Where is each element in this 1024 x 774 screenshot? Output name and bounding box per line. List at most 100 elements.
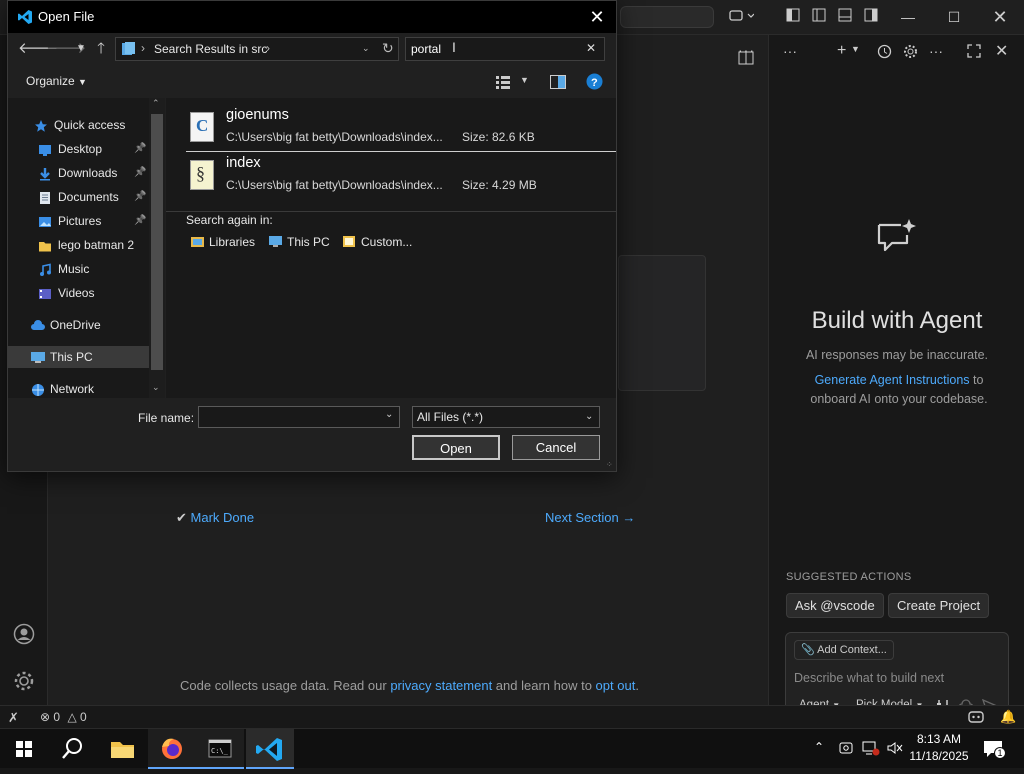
forward-arrow-icon[interactable]: 🡒	[46, 38, 86, 60]
copilot-icon[interactable]	[726, 8, 756, 26]
chat-input[interactable]: Describe what to build next	[794, 671, 944, 685]
file-type-select[interactable]: All Files (*.*) ⌄	[412, 406, 600, 428]
chevron-right-icon[interactable]: ›	[266, 41, 270, 55]
change-view-icon[interactable]	[496, 75, 510, 94]
nav-item-music[interactable]: Music	[8, 258, 148, 280]
maximize-icon[interactable]: ☐	[931, 0, 977, 34]
copilot-status-icon[interactable]	[968, 709, 984, 726]
vscode-taskbar-icon[interactable]	[246, 729, 294, 769]
toggle-secondary-sidebar-icon[interactable]	[862, 8, 880, 26]
close-icon[interactable]: ✕	[977, 0, 1023, 34]
status-bar: ✗ ⊗ 0 △ 0 🔔	[0, 705, 1024, 728]
ask-vscode-button[interactable]: Ask @vscode	[786, 593, 884, 618]
preview-pane-icon[interactable]	[550, 75, 566, 94]
nav-item-documents[interactable]: Documents 📌	[8, 186, 148, 208]
file-list: C gioenums C:\Users\big fat betty\Downlo…	[166, 98, 616, 398]
chevron-down-icon[interactable]: ⌄	[385, 409, 393, 420]
music-icon	[38, 262, 52, 276]
create-project-button[interactable]: Create Project	[888, 593, 990, 618]
search-again-this-pc[interactable]: This PC	[268, 235, 330, 249]
pin-icon[interactable]: 📌	[134, 138, 146, 160]
chevron-down-icon: ⌄	[585, 411, 594, 422]
view-options-dropdown-icon[interactable]: ▼	[520, 75, 529, 85]
chat-more-icon[interactable]: ···	[783, 43, 797, 59]
list-item[interactable]: § index C:\Users\big fat betty\Downloads…	[186, 152, 606, 198]
settings-gear-icon[interactable]	[13, 670, 35, 697]
chat-sparkle-icon	[875, 217, 919, 262]
nav-item-pictures[interactable]: Pictures 📌	[8, 210, 148, 232]
up-arrow-icon[interactable]: 🡑	[90, 38, 112, 60]
add-context-button[interactable]: 📎 Add Context...	[794, 640, 894, 660]
next-section-link[interactable]: Next Section →	[545, 510, 635, 525]
editor-overflow-icon[interactable]: ···	[738, 42, 755, 58]
privacy-link[interactable]: privacy statement	[390, 678, 492, 693]
close-panel-icon[interactable]: ✕	[995, 41, 1008, 61]
nav-scrollbar[interactable]: ⌃ ⌄	[149, 98, 165, 398]
remote-icon[interactable]: ✗	[8, 710, 19, 726]
search-value: portal	[411, 42, 442, 56]
history-icon[interactable]	[877, 44, 892, 64]
back-arrow-icon[interactable]: 🡐	[18, 38, 58, 60]
minimize-icon[interactable]: —	[885, 0, 931, 34]
new-chat-dropdown-icon[interactable]: ▼	[851, 44, 860, 54]
pin-icon[interactable]: 📌	[134, 186, 146, 208]
search-input[interactable]: portal I ✕	[405, 37, 605, 61]
nav-item-network[interactable]: Network	[8, 378, 148, 400]
nav-item-this-pc[interactable]: This PC	[8, 346, 149, 368]
meet-now-icon[interactable]	[838, 740, 854, 761]
nav-item-desktop[interactable]: Desktop 📌	[8, 138, 148, 160]
cancel-button[interactable]: Cancel	[512, 435, 600, 460]
tray-overflow-icon[interactable]: ⌃	[814, 740, 824, 754]
pin-icon[interactable]: 📌	[134, 162, 146, 184]
help-icon[interactable]: ?	[586, 73, 603, 95]
search-icon[interactable]	[48, 729, 96, 769]
nav-item-downloads[interactable]: Downloads 📌	[8, 162, 148, 184]
account-icon[interactable]	[13, 623, 35, 650]
bell-icon[interactable]: 🔔	[1000, 709, 1016, 725]
toggle-sidebar-icon[interactable]	[810, 8, 828, 26]
clear-search-icon[interactable]: ✕	[586, 41, 596, 55]
maximize-panel-icon[interactable]	[967, 44, 981, 63]
nav-item-videos[interactable]: Videos	[8, 282, 148, 304]
new-chat-plus-icon[interactable]: +	[837, 42, 846, 60]
terminal-icon[interactable]: C:\_	[196, 729, 244, 769]
volume-muted-icon[interactable]	[886, 740, 904, 761]
chat-settings-icon[interactable]	[903, 44, 918, 64]
toggle-primary-sidebar-icon[interactable]	[784, 8, 802, 26]
problems-indicator[interactable]: ⊗ 0 △ 0	[40, 710, 87, 724]
organize-button[interactable]: Organize ▼	[26, 74, 87, 88]
start-button[interactable]	[0, 729, 48, 769]
toggle-panel-icon[interactable]	[836, 8, 854, 26]
file-name-input[interactable]: ⌄	[198, 406, 400, 428]
notifications-icon[interactable]: 1	[982, 739, 1006, 764]
address-history-dropdown-icon[interactable]: ⌄	[362, 43, 370, 54]
search-again-custom[interactable]: Custom...	[342, 235, 412, 249]
recent-locations-icon[interactable]: ▼	[70, 38, 92, 60]
checkmark-icon: ✔	[176, 510, 187, 525]
address-bar[interactable]: › Search Results in src › ⌄ ↻	[115, 37, 399, 61]
nav-item-onedrive[interactable]: OneDrive	[8, 314, 148, 336]
command-center[interactable]	[620, 6, 714, 28]
clock[interactable]: 8:13 AM 11/18/2025	[906, 731, 972, 765]
opt-out-link[interactable]: opt out	[596, 678, 636, 693]
scroll-up-icon[interactable]: ⌃	[152, 98, 160, 109]
nav-item-quick-access[interactable]: Quick access	[8, 114, 148, 136]
mark-done-link[interactable]: ✔ Mark Done	[176, 510, 254, 526]
network-tray-icon[interactable]	[862, 740, 880, 761]
nav-scroll-thumb[interactable]	[151, 114, 163, 370]
folder-icon	[38, 238, 52, 252]
file-explorer-icon[interactable]	[98, 729, 146, 769]
chat-overflow-icon[interactable]: ···	[929, 43, 943, 59]
dialog-close-icon[interactable]: ✕	[584, 4, 610, 30]
firefox-icon[interactable]	[148, 729, 196, 769]
open-button[interactable]: Open	[412, 435, 500, 460]
pin-icon[interactable]: 📌	[134, 210, 146, 232]
nav-item-lego-batman-2[interactable]: lego batman 2	[8, 234, 148, 256]
refresh-icon[interactable]: ↻	[382, 40, 394, 57]
scroll-down-icon[interactable]: ⌄	[152, 382, 160, 393]
resize-grip-icon[interactable]: ⁘	[606, 461, 614, 469]
search-again-libraries[interactable]: Libraries	[190, 235, 255, 249]
generate-instructions-link[interactable]: Generate Agent Instructions	[815, 373, 970, 387]
svg-text:C:\_: C:\_	[211, 747, 229, 755]
list-item[interactable]: C gioenums C:\Users\big fat betty\Downlo…	[186, 104, 606, 150]
